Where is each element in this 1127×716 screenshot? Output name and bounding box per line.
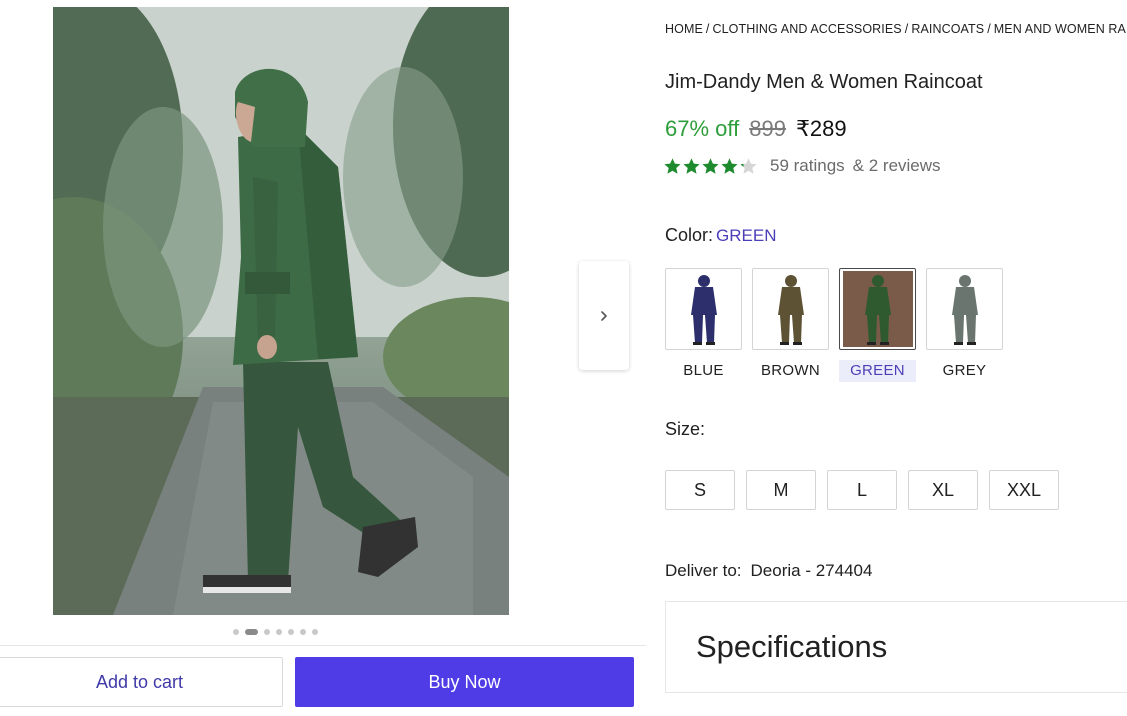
color-swatch-label: GREY <box>942 362 987 379</box>
action-bar: Add to cart Buy Now <box>0 645 646 716</box>
discount-percent: 67% off <box>665 116 740 141</box>
color-swatch-label: BLUE <box>683 362 724 379</box>
size-option-xl[interactable]: XL <box>908 470 978 510</box>
size-option-s[interactable]: S <box>665 470 735 510</box>
color-label: Color: GREEN <box>665 225 776 246</box>
specifications-section[interactable]: Specifications <box>665 601 1127 693</box>
deliver-to-label: Deliver to: <box>665 561 742 580</box>
color-swatch-brown[interactable]: BROWN <box>752 268 829 382</box>
rating-row: 59 ratings & 2 reviews <box>663 156 941 176</box>
original-price: 899 <box>749 116 786 141</box>
selected-color: GREEN <box>716 226 777 245</box>
breadcrumb-men-women-raincoats[interactable]: MEN AND WOMEN RAINCOATS <box>994 22 1127 36</box>
product-title: Jim-Dandy Men & Women Raincoat <box>665 71 983 93</box>
selling-price: ₹289 <box>795 116 847 141</box>
color-swatch-blue[interactable]: BLUE <box>665 268 742 382</box>
color-swatch-green[interactable]: GREEN <box>839 268 916 382</box>
star-icon <box>683 157 700 174</box>
price-row: 67% off 899 ₹289 <box>665 116 847 142</box>
raincoat-model-photo <box>53 7 509 615</box>
reviews-count[interactable]: & 2 reviews <box>853 156 941 176</box>
star-icon <box>721 157 738 174</box>
gallery-dot[interactable] <box>264 629 270 635</box>
gallery-dot[interactable] <box>288 629 294 635</box>
product-main-image[interactable] <box>53 7 509 615</box>
size-option-m[interactable]: M <box>746 470 816 510</box>
breadcrumb-home[interactable]: HOME <box>665 22 703 36</box>
gallery-pagination-dots <box>233 629 318 635</box>
gallery-dot[interactable] <box>300 629 306 635</box>
delivery-location[interactable]: Deoria - 274404 <box>751 561 873 580</box>
color-swatches: BLUE BROWN GREEN GREY <box>665 268 1003 382</box>
color-swatch-label: BROWN <box>761 362 820 379</box>
gallery-dot[interactable] <box>312 629 318 635</box>
breadcrumb-raincoats[interactable]: RAINCOATS <box>911 22 984 36</box>
size-option-l[interactable]: L <box>827 470 897 510</box>
star-icon <box>740 157 757 174</box>
ratings-count[interactable]: 59 ratings <box>770 156 845 176</box>
star-icon <box>702 157 719 174</box>
color-swatch-label: GREEN <box>839 360 916 382</box>
specifications-heading: Specifications <box>696 629 888 664</box>
color-swatch-thumbnail <box>926 268 1003 350</box>
gallery-dot[interactable] <box>245 629 258 635</box>
color-swatch-thumbnail <box>752 268 829 350</box>
add-to-cart-button[interactable]: Add to cart <box>0 657 283 707</box>
buy-now-button[interactable]: Buy Now <box>295 657 634 707</box>
size-options: S M L XL XXL <box>665 470 1059 510</box>
color-label-text: Color: <box>665 225 714 245</box>
delivery-row: Deliver to: Deoria - 274404 <box>665 561 872 581</box>
size-option-xxl[interactable]: XXL <box>989 470 1059 510</box>
chevron-right-icon <box>601 310 607 321</box>
gallery-dot[interactable] <box>233 629 239 635</box>
color-swatch-thumbnail <box>665 268 742 350</box>
star-rating <box>663 157 758 176</box>
color-swatch-grey[interactable]: GREY <box>926 268 1003 382</box>
breadcrumb-clothing[interactable]: CLOTHING AND ACCESSORIES <box>712 22 901 36</box>
size-label: Size: <box>665 419 706 439</box>
star-icon <box>664 157 681 174</box>
gallery-dot[interactable] <box>276 629 282 635</box>
color-swatch-thumbnail <box>839 268 916 350</box>
next-image-button[interactable] <box>579 261 629 370</box>
breadcrumb: HOME / CLOTHING AND ACCESSORIES / RAINCOATS /… <box>665 22 1127 36</box>
